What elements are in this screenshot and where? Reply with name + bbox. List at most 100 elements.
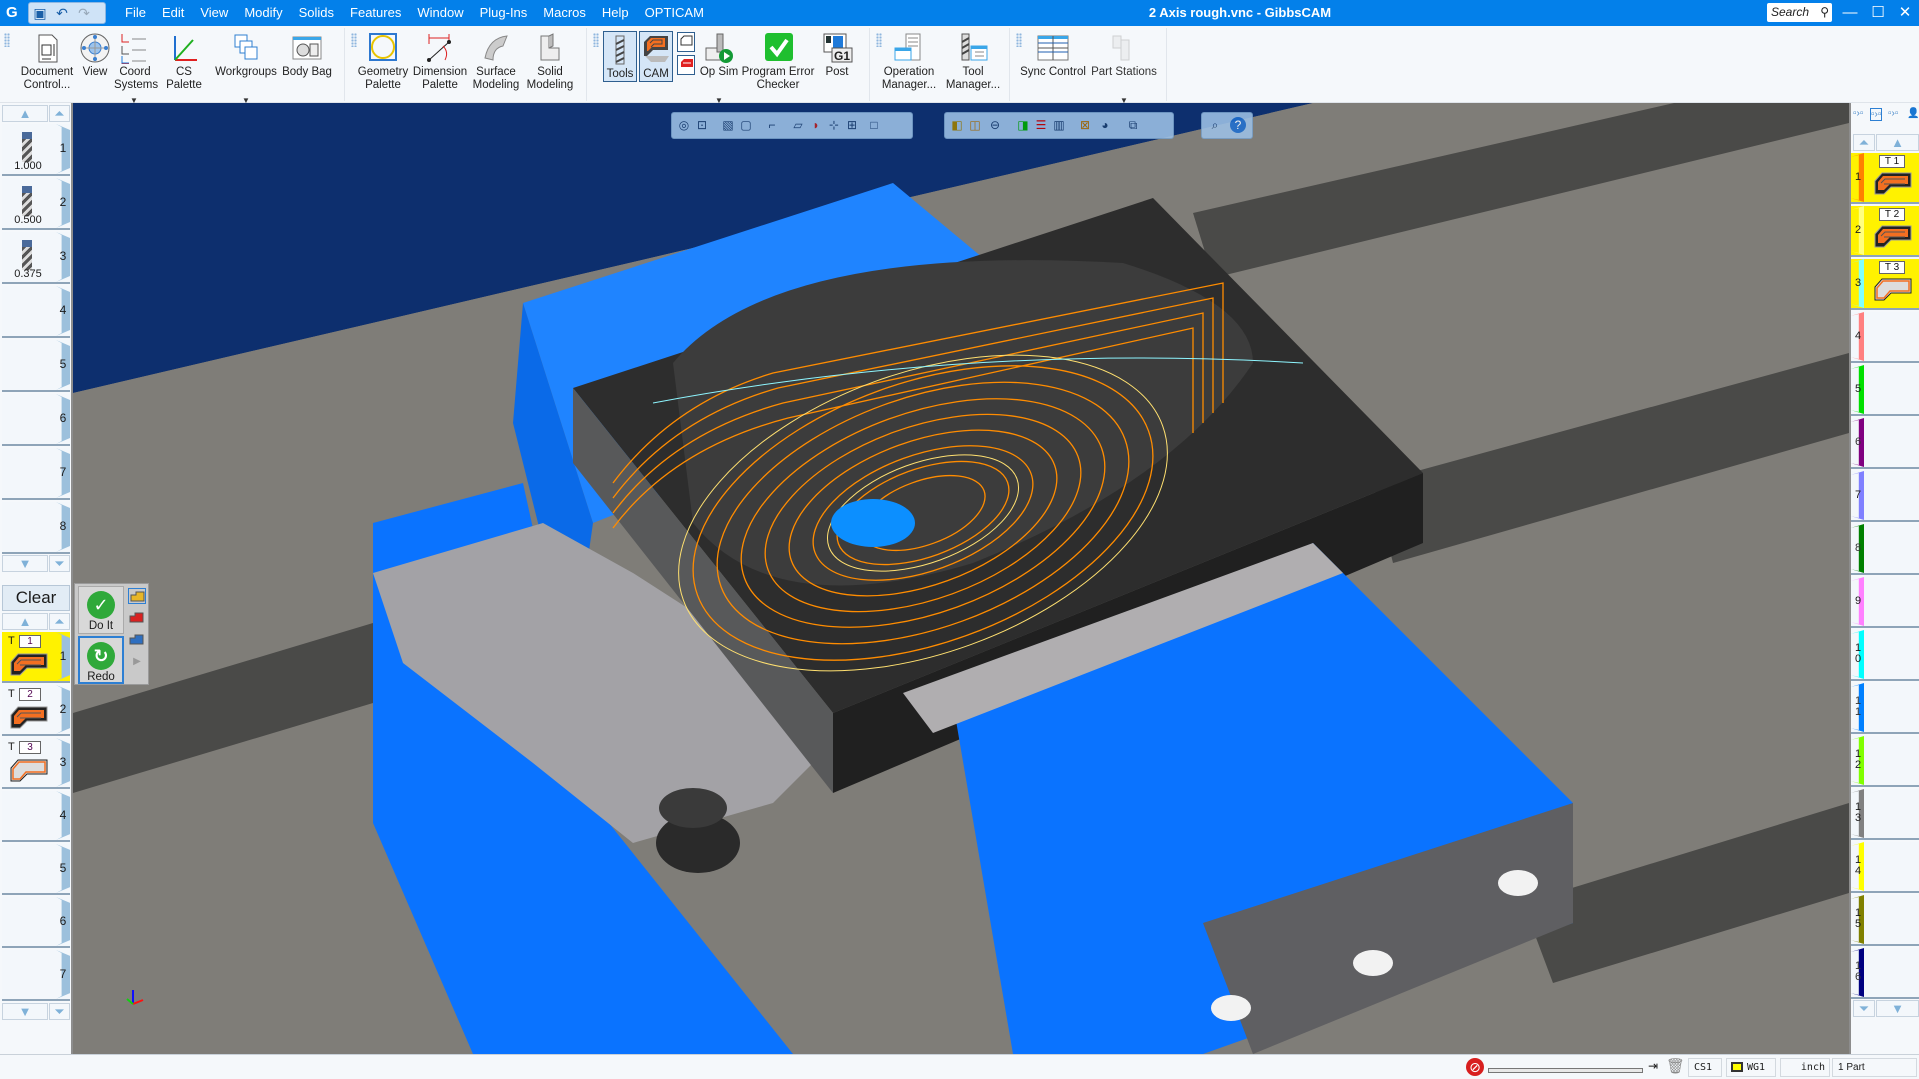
expand-arrow-icon[interactable]: ▶ [128,656,146,672]
body-bag-button[interactable]: Body Bag [282,28,332,79]
tool-slot-8[interactable]: 8 [2,502,70,554]
operation-list-scroll-down-button[interactable]: ▼ [1876,1000,1919,1017]
help-icon[interactable]: ? [1230,117,1246,133]
tool-manager-button[interactable]: Tool Manager... [942,28,1004,92]
sync-control-button[interactable]: Sync Control [1018,28,1088,79]
operation-slot-5[interactable]: 5 [1851,365,1919,416]
redo-icon[interactable]: ↷ [75,5,93,21]
edge-icon[interactable]: ⌐ [764,117,780,133]
operation-slot-14[interactable]: 1 4 [1851,842,1919,893]
redo-button[interactable]: ↻ Redo [78,636,124,684]
operation-list-scroll-top-button[interactable]: ⏶ [1853,134,1875,151]
zoom-fit-icon[interactable]: ⌕ [1207,117,1223,133]
plane-icon[interactable]: ▱ [790,117,806,133]
maximize-button[interactable]: ☐ [1864,0,1892,26]
tool-slot-3[interactable]: 0.375 3 [2,232,70,284]
tool-slot-4[interactable]: 4 [2,286,70,338]
tool-list-scroll-down-button[interactable]: ▼ [2,555,48,572]
tool-slot-5[interactable]: 5 [2,340,70,392]
solid-yellow-icon[interactable]: ◧ [949,117,965,133]
operation-slot-6[interactable]: 6 [1851,418,1919,469]
window-icon[interactable]: ⧉ [1125,117,1141,133]
status-lights-icon[interactable]: ▥ [1051,117,1067,133]
origin-icon[interactable]: ⊹ [826,117,842,133]
gibbscam-logo-icon[interactable]: G [6,4,22,22]
process-slot-2[interactable]: T2 2 [2,685,70,736]
menu-window[interactable]: Window [409,0,471,26]
menu-view[interactable]: View [192,0,236,26]
box-icon[interactable]: □ [866,117,882,133]
operation-slot-2[interactable]: 2 T 2 [1851,206,1919,257]
program-error-checker-button[interactable]: Program Error Checker [741,28,815,92]
render-icon[interactable]: ◕ [1097,117,1113,133]
tool-slot-2[interactable]: 0.500 2 [2,178,70,230]
dimension-palette-button[interactable]: Dimension Palette [411,28,469,92]
solid-modeling-button[interactable]: Solid Modeling [523,28,577,92]
undo-icon[interactable]: ↶ [53,5,71,21]
operation-slot-10[interactable]: 1 0 [1851,630,1919,681]
geometry-palette-button[interactable]: Geometry Palette [355,28,411,92]
operation-slot-3[interactable]: 3 T 3 [1851,259,1919,310]
cam-button[interactable]: CAM [639,31,673,82]
coord-systems-button[interactable]: Coord Systems ▼ [114,28,158,105]
shaded-view-icon[interactable]: ▧ [720,117,736,133]
units-indicator[interactable]: inch [1780,1058,1830,1077]
operation-list-scroll-up-button[interactable]: ▲ [1876,134,1919,151]
process-slot-5[interactable]: 5 [2,844,70,895]
do-it-button[interactable]: ✓ Do It [78,586,124,634]
menu-help[interactable]: Help [594,0,637,26]
search-input[interactable]: Search ⚲ [1767,3,1832,22]
color-icon[interactable]: ◗ [808,117,824,133]
tool-slot-1[interactable]: 1.000 1 [2,124,70,176]
part-stations-button[interactable]: Part Stations ▼ [1090,28,1158,105]
mode-right-icon[interactable]: ▫›▫ [1888,108,1898,119]
user-icon[interactable]: 👤 [1907,108,1919,119]
process-list-scroll-down-button[interactable]: ▼ [2,1003,48,1020]
menu-plug-ins[interactable]: Plug-Ins [472,0,536,26]
menu-solids[interactable]: Solids [291,0,342,26]
select-icon[interactable]: ◎ [676,117,692,133]
process-list-scroll-up-button[interactable]: ▲ [2,613,48,630]
3d-scene[interactable] [73,103,1849,1054]
layers-icon[interactable]: ☰ [1033,117,1049,133]
wireframe-icon[interactable]: ◫ [967,117,983,133]
operation-slot-16[interactable]: 1 6 [1851,948,1919,999]
stop-icon[interactable]: ⊘ [1466,1058,1484,1076]
menu-modify[interactable]: Modify [236,0,290,26]
tool-list-scroll-bottom-button[interactable]: ⏷ [49,555,70,572]
post-button[interactable]: G1 Post [815,28,859,79]
process-slot-4[interactable]: 4 [2,791,70,842]
view-button[interactable]: View [78,28,112,79]
dimension-box-icon[interactable]: ⊡ [694,117,710,133]
mode-center-icon[interactable]: ▫›▫ [1870,108,1883,121]
menu-file[interactable]: File [117,0,154,26]
document-control-button[interactable]: Document Control... [18,28,76,92]
operation-slot-7[interactable]: 7 [1851,471,1919,522]
mode-left-icon[interactable]: ▫›▫ [1853,108,1863,119]
operation-manager-button[interactable]: Operation Manager... [876,28,942,92]
tool-slot-7[interactable]: 7 [2,448,70,500]
blue-part-icon[interactable] [128,632,146,648]
operation-slot-1[interactable]: 1 T 1 [1851,153,1919,204]
operation-slot-11[interactable]: 1 1 [1851,683,1919,734]
tool-list-scroll-up-button[interactable]: ▲ [2,105,48,122]
tool-slot-6[interactable]: 6 [2,394,70,446]
operation-slot-8[interactable]: 8 [1851,524,1919,575]
coordinate-system-indicator[interactable]: CS1 [1688,1058,1722,1077]
process-list-scroll-top-button[interactable]: ⏶ [49,613,70,630]
shape-outline-button[interactable] [677,32,695,52]
shape-red-button[interactable] [677,55,695,75]
operation-slot-12[interactable]: 1 2 [1851,736,1919,787]
workgroups-button[interactable]: Workgroups ▼ [212,28,280,105]
menu-opticam[interactable]: OPTICAM [637,0,712,26]
trash-icon[interactable]: 🗑 [1666,1057,1685,1075]
yellow-part-icon[interactable] [128,588,146,604]
process-slot-6[interactable]: 6 [2,897,70,948]
menu-features[interactable]: Features [342,0,409,26]
group-grip-handle[interactable] [4,33,10,47]
workgroup-indicator[interactable]: WG1 [1726,1058,1776,1077]
wireframe-orange-icon[interactable]: ⊠ [1077,117,1093,133]
operation-slot-9[interactable]: 9 [1851,577,1919,628]
red-part-icon[interactable] [128,610,146,626]
save-icon[interactable]: ▣ [31,5,49,21]
